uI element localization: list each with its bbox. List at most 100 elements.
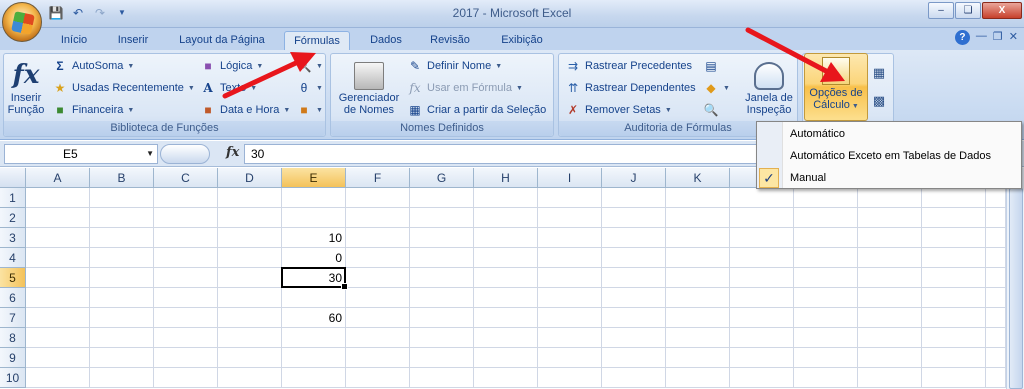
spreadsheet-grid[interactable]: ABCDEFGHIJKLMNOP123104053067608910 [0, 168, 1024, 389]
cell-E4[interactable]: 0 [282, 248, 346, 268]
cell-G10[interactable] [410, 368, 474, 388]
column-header-K[interactable]: K [666, 168, 730, 188]
cell-B3[interactable] [90, 228, 154, 248]
tab-inserir[interactable]: Inserir [108, 31, 158, 50]
cell-P9[interactable] [986, 348, 1006, 368]
cell-M10[interactable] [794, 368, 858, 388]
rastrear-dependentes-button[interactable]: ⇈ Rastrear Dependentes [565, 79, 696, 97]
row-header-10[interactable]: 10 [0, 368, 26, 388]
cell-M5[interactable] [794, 268, 858, 288]
mostrar-formulas-button[interactable]: ▤ [703, 57, 719, 75]
tab-formulas[interactable]: Fórmulas [284, 31, 350, 50]
inserir-funcao-button[interactable]: fx Inserir Função [7, 60, 45, 116]
cell-G9[interactable] [410, 348, 474, 368]
cell-O9[interactable] [922, 348, 986, 368]
logica-button[interactable]: ■ Lógica ▼ [200, 57, 263, 75]
column-header-C[interactable]: C [154, 168, 218, 188]
minimize-button[interactable]: ‒ [928, 2, 954, 19]
cell-E9[interactable] [282, 348, 346, 368]
cell-O8[interactable] [922, 328, 986, 348]
tab-exibicao[interactable]: Exibição [492, 31, 552, 50]
cell-L1[interactable] [730, 188, 794, 208]
cell-A2[interactable] [26, 208, 90, 228]
select-all-corner[interactable] [0, 168, 26, 188]
cell-L8[interactable] [730, 328, 794, 348]
cell-C1[interactable] [154, 188, 218, 208]
cell-N2[interactable] [858, 208, 922, 228]
cell-K9[interactable] [666, 348, 730, 368]
column-header-B[interactable]: B [90, 168, 154, 188]
cell-H8[interactable] [474, 328, 538, 348]
menu-item-automatico[interactable]: Automático [757, 123, 1021, 145]
cell-A10[interactable] [26, 368, 90, 388]
close-button[interactable]: X [982, 2, 1022, 19]
cell-J10[interactable] [602, 368, 666, 388]
scrollbar-thumb[interactable] [1009, 188, 1023, 389]
cell-I2[interactable] [538, 208, 602, 228]
cell-B5[interactable] [90, 268, 154, 288]
cell-D6[interactable] [218, 288, 282, 308]
column-header-F[interactable]: F [346, 168, 410, 188]
cell-F6[interactable] [346, 288, 410, 308]
cell-B1[interactable] [90, 188, 154, 208]
remover-setas-button[interactable]: ✗ Remover Setas ▼ [565, 101, 672, 119]
cell-P8[interactable] [986, 328, 1006, 348]
cell-H6[interactable] [474, 288, 538, 308]
cell-H2[interactable] [474, 208, 538, 228]
cell-N10[interactable] [858, 368, 922, 388]
cell-H10[interactable] [474, 368, 538, 388]
cell-A6[interactable] [26, 288, 90, 308]
cell-O6[interactable] [922, 288, 986, 308]
cell-B8[interactable] [90, 328, 154, 348]
cell-B2[interactable] [90, 208, 154, 228]
cell-K4[interactable] [666, 248, 730, 268]
cell-P2[interactable] [986, 208, 1006, 228]
gerenciador-de-nomes-button[interactable]: Gerenciador de Nomes [334, 62, 404, 116]
column-header-H[interactable]: H [474, 168, 538, 188]
tab-layout-da-pagina[interactable]: Layout da Página [170, 31, 274, 50]
office-button[interactable] [2, 2, 42, 42]
tab-revisao[interactable]: Revisão [422, 31, 478, 50]
rastrear-precedentes-button[interactable]: ⇉ Rastrear Precedentes [565, 57, 692, 75]
row-header-5[interactable]: 5 [0, 268, 26, 288]
column-header-D[interactable]: D [218, 168, 282, 188]
cell-D2[interactable] [218, 208, 282, 228]
cell-G1[interactable] [410, 188, 474, 208]
cell-L2[interactable] [730, 208, 794, 228]
cell-F4[interactable] [346, 248, 410, 268]
cell-L4[interactable] [730, 248, 794, 268]
cell-I5[interactable] [538, 268, 602, 288]
cell-D9[interactable] [218, 348, 282, 368]
row-header-7[interactable]: 7 [0, 308, 26, 328]
cell-O4[interactable] [922, 248, 986, 268]
cell-M7[interactable] [794, 308, 858, 328]
column-header-A[interactable]: A [26, 168, 90, 188]
opcoes-de-calculo-button[interactable]: Opções de Cálculo ▼ [804, 53, 868, 121]
tab-dados[interactable]: Dados [362, 31, 410, 50]
verificacao-de-erros-button[interactable]: ◆ ▼ [703, 79, 730, 97]
autosoma-button[interactable]: Σ AutoSoma ▼ [52, 57, 134, 75]
help-icon[interactable]: ? [954, 30, 970, 45]
cell-H7[interactable] [474, 308, 538, 328]
cell-J3[interactable] [602, 228, 666, 248]
avaliar-formula-button[interactable]: 🔍 [703, 101, 719, 119]
cell-K6[interactable] [666, 288, 730, 308]
row-header-9[interactable]: 9 [0, 348, 26, 368]
row-header-1[interactable]: 1 [0, 188, 26, 208]
cell-I4[interactable] [538, 248, 602, 268]
cell-L5[interactable] [730, 268, 794, 288]
column-header-G[interactable]: G [410, 168, 474, 188]
cell-E8[interactable] [282, 328, 346, 348]
cell-F10[interactable] [346, 368, 410, 388]
cell-B7[interactable] [90, 308, 154, 328]
cell-C6[interactable] [154, 288, 218, 308]
cell-K3[interactable] [666, 228, 730, 248]
cell-N7[interactable] [858, 308, 922, 328]
cell-G6[interactable] [410, 288, 474, 308]
ribbon-minimize-icon[interactable]: — [976, 30, 987, 45]
cell-L10[interactable] [730, 368, 794, 388]
cell-G3[interactable] [410, 228, 474, 248]
row-header-3[interactable]: 3 [0, 228, 26, 248]
menu-item-automatico-exceto-tabelas[interactable]: Automático Exceto em Tabelas de Dados [757, 145, 1021, 167]
cell-I7[interactable] [538, 308, 602, 328]
